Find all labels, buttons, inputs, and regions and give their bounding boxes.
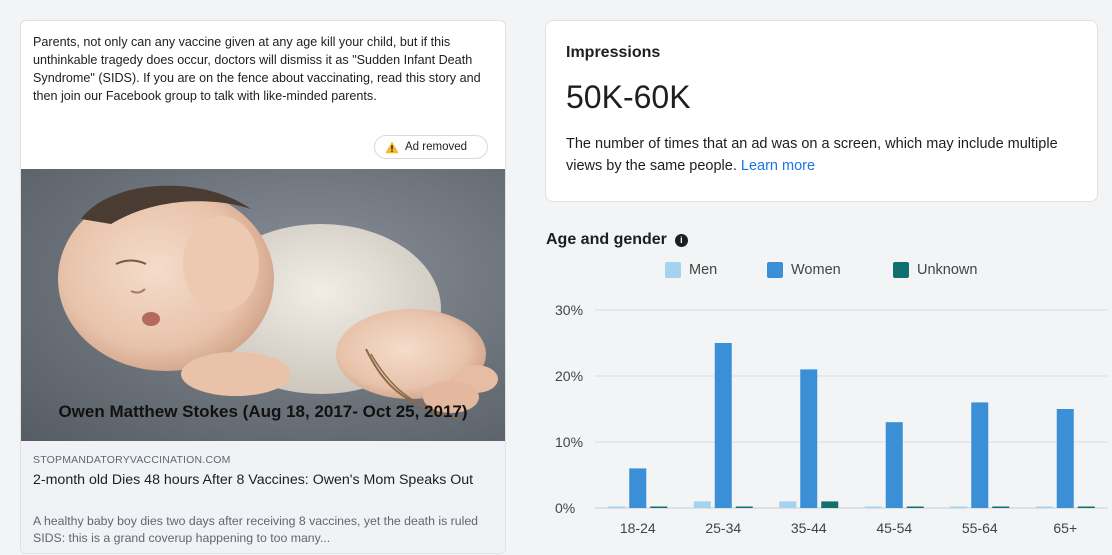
legend-swatch-men	[665, 262, 681, 278]
age-gender-chart: 0% 10% 20% 30% 18-24 25-34 35-44 45-54 55-64 65+	[555, 302, 1108, 536]
ad-removed-badge: Ad removed	[374, 135, 488, 159]
bar-men	[608, 506, 626, 508]
y-tick-label: 30%	[555, 302, 583, 318]
bar-unknown	[906, 506, 924, 508]
bar-women	[629, 468, 647, 508]
legend-item-women: Women	[767, 262, 841, 278]
impressions-title: Impressions	[566, 44, 661, 61]
ad-removed-label: Ad removed	[405, 141, 468, 153]
bar-men	[693, 501, 711, 508]
bar-women	[714, 343, 732, 508]
y-tick-label: 0%	[555, 500, 575, 516]
x-tick-label: 25-34	[705, 520, 741, 536]
y-tick-label: 10%	[555, 434, 583, 450]
link-preview[interactable]: STOPMANDATORYVACCINATION.COM 2-month old…	[21, 441, 505, 553]
bar-women	[1056, 409, 1074, 508]
impressions-value: 50K-60K	[566, 79, 691, 115]
legend-item-unknown: Unknown	[893, 262, 977, 278]
bar-unknown	[821, 501, 839, 508]
legend-swatch-women	[767, 262, 783, 278]
ad-body-text: Parents, not only can any vaccine given …	[33, 35, 481, 103]
baby-photo	[58, 185, 498, 420]
link-headline[interactable]: 2-month old Dies 48 hours After 8 Vaccin…	[33, 471, 493, 490]
age-gender-title: Age and gender i	[546, 231, 688, 249]
bar-women	[885, 422, 903, 508]
info-icon[interactable]: i	[674, 233, 688, 247]
x-tick-label: 65+	[1053, 520, 1077, 536]
legend-label-women: Women	[791, 262, 841, 278]
bar-men	[950, 506, 968, 508]
x-tick-label: 45-54	[876, 520, 912, 536]
image-caption: Owen Matthew Stokes (Aug 18, 2017- Oct 2…	[58, 402, 468, 421]
x-tick-label: 18-24	[620, 520, 656, 536]
legend-label-men: Men	[689, 262, 718, 278]
impressions-description: The number of times that an ad was on a …	[566, 133, 1086, 177]
link-description: A healthy baby boy dies two days after r…	[33, 514, 478, 545]
bar-men	[1035, 506, 1053, 508]
bar-unknown	[1077, 506, 1095, 508]
bar-unknown	[650, 506, 668, 508]
age-gender-title-text: Age and gender	[546, 231, 667, 248]
x-tick-label: 35-44	[791, 520, 827, 536]
bar-unknown	[992, 506, 1010, 508]
learn-more-link[interactable]: Learn more	[741, 158, 815, 174]
bar-men	[864, 506, 882, 508]
bar-unknown	[735, 506, 753, 508]
legend-label-unknown: Unknown	[917, 262, 978, 278]
bar-men	[779, 501, 797, 508]
ad-image: Owen Matthew Stokes (Aug 18, 2017- Oct 2…	[21, 169, 505, 441]
legend-item-men: Men	[665, 262, 717, 278]
warning-icon	[385, 141, 399, 153]
bar-women	[971, 402, 989, 508]
legend-swatch-unknown	[893, 262, 909, 278]
y-tick-label: 20%	[555, 368, 583, 384]
x-tick-label: 55-64	[962, 520, 998, 536]
impressions-card: Impressions 50K-60K The number of times …	[545, 20, 1098, 202]
bar-women	[800, 369, 818, 508]
ad-card: Parents, not only can any vaccine given …	[20, 20, 506, 554]
link-domain: STOPMANDATORYVACCINATION.COM	[33, 454, 231, 466]
